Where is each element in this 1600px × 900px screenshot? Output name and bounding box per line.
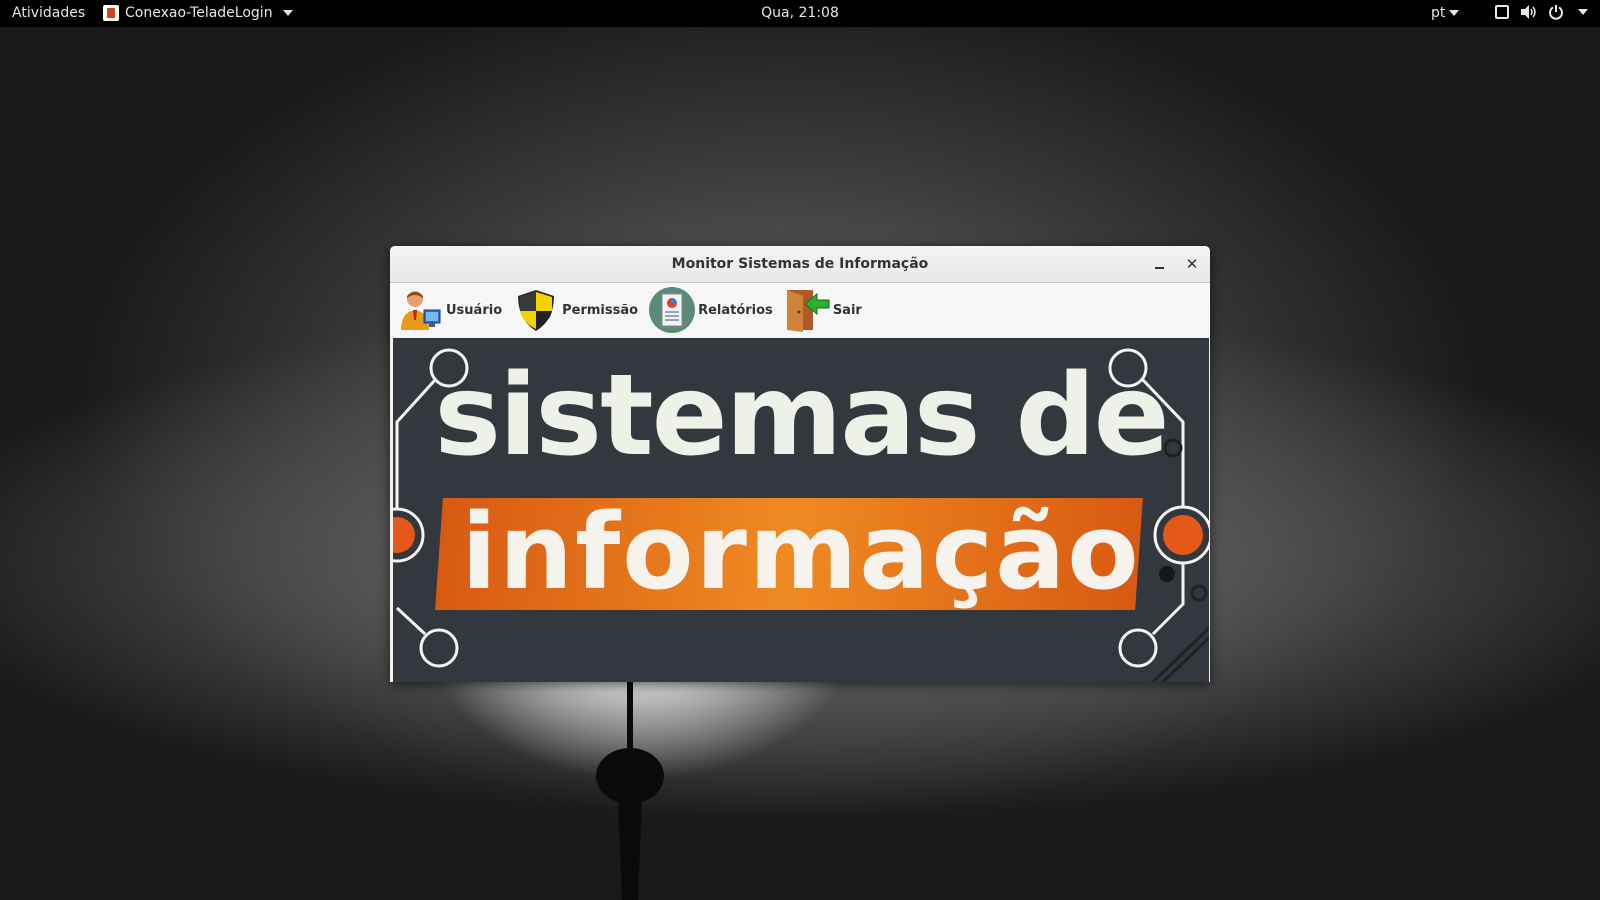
- banner-line1: sistemas de: [434, 351, 1169, 481]
- usuario-button[interactable]: Usuário: [396, 285, 502, 335]
- window-title: Monitor Sistemas de Informação: [671, 256, 929, 272]
- app-menu-label: Conexao-TeladeLogin: [125, 5, 273, 21]
- chevron-down-icon: [1578, 9, 1588, 15]
- volume-icon: [1521, 5, 1536, 19]
- app-menu[interactable]: Conexao-TeladeLogin: [103, 5, 293, 21]
- chevron-down-icon: [1449, 10, 1460, 16]
- chevron-down-icon: [282, 10, 293, 16]
- window-titlebar[interactable]: Monitor Sistemas de Informação ✕: [390, 246, 1210, 283]
- permissao-button[interactable]: Permissão: [512, 285, 638, 335]
- language-label: pt: [1431, 5, 1446, 21]
- relatorios-button[interactable]: Relatórios: [648, 285, 773, 335]
- toolbar: Usuário Permissão Relatórios Sair: [390, 283, 1210, 337]
- power-icon: [1549, 5, 1563, 20]
- report-icon: [649, 287, 696, 333]
- user-icon: [401, 291, 441, 330]
- banner-line2: informação: [461, 491, 1141, 613]
- usuario-label: Usuário: [446, 302, 503, 318]
- relatorios-label: Relatórios: [698, 302, 773, 318]
- close-button[interactable]: ✕: [1182, 254, 1202, 274]
- java-app-icon: [103, 5, 119, 21]
- minimize-button[interactable]: [1150, 254, 1170, 274]
- tower-silhouette: [596, 668, 664, 900]
- exit-door-icon: [786, 290, 830, 332]
- screen-icon: [1495, 5, 1509, 19]
- permissao-label: Permissão: [562, 302, 639, 318]
- top-bar: Atividades Conexao-TeladeLogin Qua, 21:0…: [0, 0, 1600, 27]
- shield-icon: [518, 290, 555, 331]
- language-menu[interactable]: pt: [1431, 5, 1460, 21]
- sair-button[interactable]: Sair: [783, 285, 862, 335]
- activities-button[interactable]: Atividades: [12, 5, 85, 21]
- clock[interactable]: Qua, 21:08: [761, 5, 839, 21]
- system-menu[interactable]: [1494, 4, 1588, 20]
- banner-image: sistemas de informação: [393, 338, 1209, 682]
- sair-label: Sair: [832, 302, 862, 318]
- app-window: Monitor Sistemas de Informação ✕ Usuário: [390, 246, 1210, 682]
